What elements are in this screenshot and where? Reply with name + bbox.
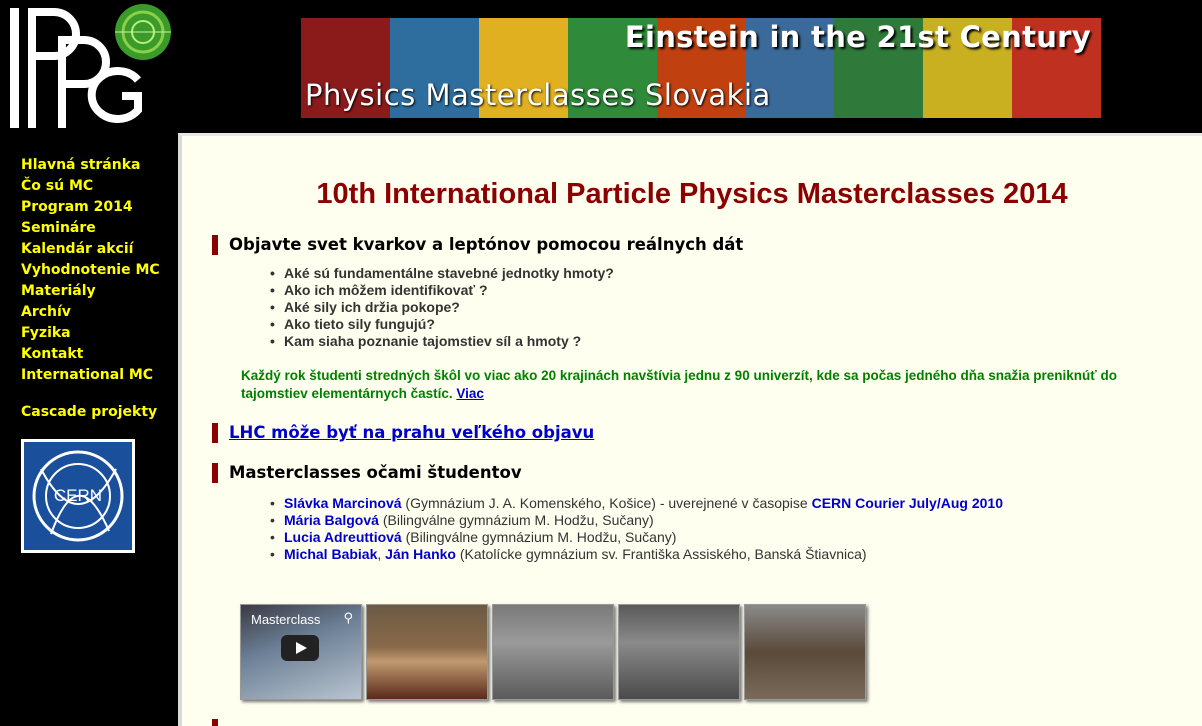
list-item: Slávka Marcinová (Gymnázium J. A. Komens…	[270, 495, 1003, 512]
play-icon[interactable]	[281, 635, 319, 661]
list-item: Aké sú fundamentálne stavebné jednotky h…	[270, 265, 614, 282]
cern-logo-text: CERN	[54, 486, 102, 505]
video-label: Masterclass	[251, 612, 321, 627]
section-heading-studenti: Masterclasses očami študentov	[212, 463, 522, 483]
student-link[interactable]: Mária Balgová	[284, 512, 379, 528]
cern-logo[interactable]: CERN	[21, 439, 135, 553]
banner-image: Einstein in the 21st Century Physics Mas…	[301, 18, 1101, 118]
list-item: Ako ich môžem identifikovať ?	[270, 282, 614, 299]
questions-list: Aké sú fundamentálne stavebné jednotky h…	[270, 265, 614, 350]
intro-text: Každý rok študenti stredných škôl vo via…	[241, 368, 1117, 401]
photo-thumbnail[interactable]	[744, 604, 866, 700]
list-item: Ako tieto sily fungujú?	[270, 316, 614, 333]
sidebar-item-seminare[interactable]: Semináre	[21, 218, 160, 239]
sidebar-item-cascade-projekty[interactable]: Cascade projekty	[21, 402, 157, 423]
photo-thumbnail[interactable]	[366, 604, 488, 700]
separator: ,	[377, 546, 386, 562]
section-marker	[212, 719, 218, 726]
sidebar-item-archiv[interactable]: Archív	[21, 302, 160, 323]
banner-title-top: Einstein in the 21st Century	[624, 20, 1091, 54]
sidebar-item-program-2014[interactable]: Program 2014	[21, 197, 160, 218]
student-school: (Bilingválne gymnázium M. Hodžu, Sučany)	[401, 529, 677, 545]
student-school: (Bilingválne gymnázium M. Hodžu, Sučany)	[378, 512, 654, 528]
list-item: Aké sily ich držia pokope?	[270, 299, 614, 316]
list-item: Michal Babiak, Ján Hanko (Katolícke gymn…	[270, 546, 1003, 563]
sidebar-item-co-su-mc[interactable]: Čo sú MC	[21, 176, 160, 197]
sidebar-item-kontakt[interactable]: Kontakt	[21, 344, 160, 365]
sidebar-item-vyhodnotenie-mc[interactable]: Vyhodnotenie MC	[21, 260, 160, 281]
student-link[interactable]: Michal Babiak	[284, 546, 377, 562]
main-content: 10th International Particle Physics Mast…	[178, 133, 1202, 726]
sidebar-item-hlavna-stranka[interactable]: Hlavná stránka	[21, 155, 160, 176]
student-school: (Katolícke gymnázium sv. Františka Assis…	[455, 546, 867, 562]
share-icon[interactable]: ⚲	[343, 611, 353, 626]
sidebar-item-kalendar-akcii[interactable]: Kalendár akcií	[21, 239, 160, 260]
photo-gallery: Masterclass ⚲	[240, 604, 870, 700]
students-list: Slávka Marcinová (Gymnázium J. A. Komens…	[270, 495, 1003, 563]
section-heading-kvarky: Objavte svet kvarkov a leptónov pomocou …	[212, 235, 743, 255]
student-school: (Gymnázium J. A. Komenského, Košice) - u…	[401, 495, 812, 511]
banner-title-bottom: Physics Masterclasses Slovakia	[305, 78, 771, 112]
lhc-link[interactable]: LHC môže byť na prahu veľkého objavu	[229, 423, 594, 442]
student-link[interactable]: Slávka Marcinová	[284, 495, 402, 511]
sidebar-item-international-mc[interactable]: International MC	[21, 365, 160, 386]
section-heading-lhc: LHC môže byť na prahu veľkého objavu	[212, 423, 594, 443]
list-item: Kam siaha poznanie tajomstiev síl a hmot…	[270, 333, 614, 350]
ippog-logo[interactable]	[0, 0, 181, 133]
list-item: Lucia Adreuttiová (Bilingválne gymnázium…	[270, 529, 1003, 546]
photo-thumbnail[interactable]	[618, 604, 740, 700]
sidebar: Hlavná stránka Čo sú MC Program 2014 Sem…	[0, 133, 178, 726]
sidebar-item-materialy[interactable]: Materiály	[21, 281, 160, 302]
student-link[interactable]: Lucia Adreuttiová	[284, 529, 402, 545]
list-item: Mária Balgová (Bilingválne gymnázium M. …	[270, 512, 1003, 529]
student-link[interactable]: Ján Hanko	[385, 546, 456, 562]
page-title: 10th International Particle Physics Mast…	[316, 178, 1068, 210]
photo-thumbnail[interactable]	[492, 604, 614, 700]
more-link[interactable]: Viac	[456, 386, 484, 401]
sidebar-menu: Hlavná stránka Čo sú MC Program 2014 Sem…	[21, 155, 160, 386]
header: Einstein in the 21st Century Physics Mas…	[181, 0, 1202, 133]
sidebar-item-fyzika[interactable]: Fyzika	[21, 323, 160, 344]
video-thumbnail[interactable]: Masterclass ⚲	[240, 604, 362, 700]
intro-paragraph: Každý rok študenti stredných škôl vo via…	[241, 367, 1121, 403]
cern-courier-link[interactable]: CERN Courier July/Aug 2010	[812, 495, 1003, 511]
